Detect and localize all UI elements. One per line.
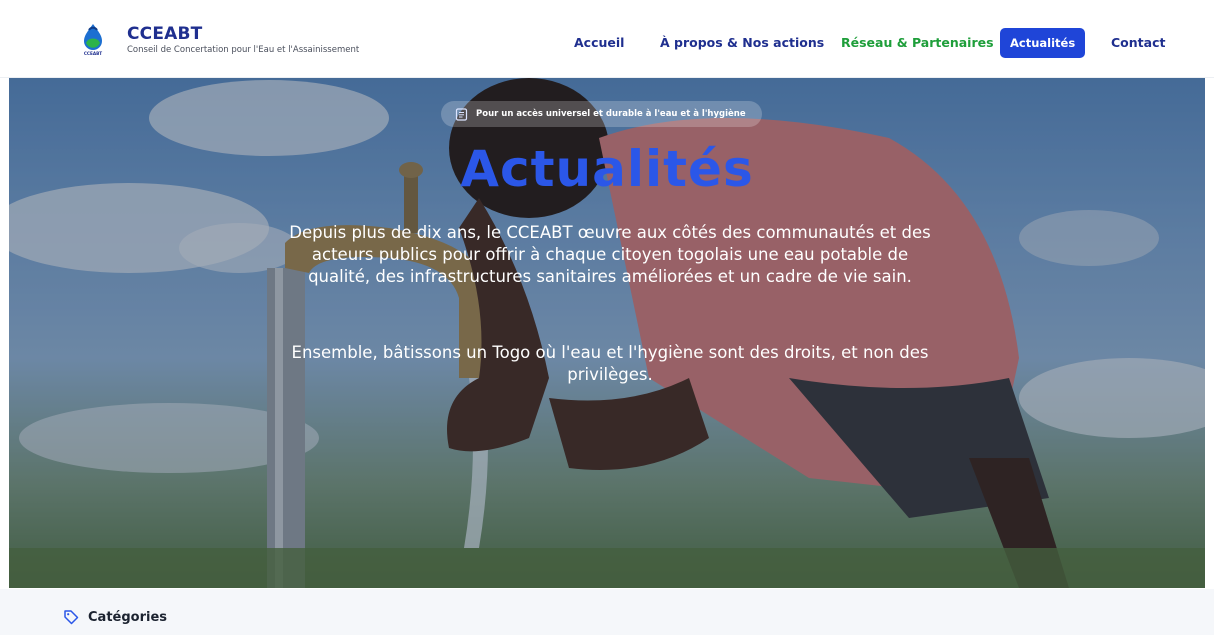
nav-reseau-partenaires[interactable]: Réseau & Partenaires [841, 28, 994, 58]
brand-name: CCEABT [127, 23, 203, 44]
categories-bar: Catégories [0, 589, 1214, 635]
page-title: Actualités [460, 140, 754, 198]
hero-paragraph-intro: Depuis plus de dix ans, le CCEABT œuvre … [289, 223, 931, 286]
document-icon [455, 107, 468, 121]
site-header: CCEABT CCEABT Conseil de Concertation po… [0, 0, 1214, 78]
categories-label: Catégories [88, 609, 168, 625]
svg-text:CCEABT: CCEABT [84, 51, 102, 56]
water-drop-logo-icon: CCEABT [76, 21, 110, 57]
tag-icon [64, 610, 79, 625]
nav-accueil[interactable]: Accueil [574, 28, 624, 58]
categories-heading: Catégories [63, 609, 167, 625]
nav-actualites[interactable]: Actualités [1000, 28, 1086, 58]
tagline-text: Pour un accès universel et durable à l'e… [476, 109, 746, 119]
hero-paragraph-slogan: Ensemble, bâtissons un Togo où l'eau et … [291, 343, 929, 384]
nav-a-propos[interactable]: À propos & Nos actions [660, 28, 824, 58]
tagline-badge: Pour un accès universel et durable à l'e… [441, 101, 762, 127]
brand-subtitle: Conseil de Concertation pour l'Eau et l'… [127, 44, 360, 55]
brand[interactable]: CCEABT CCEABT Conseil de Concertation po… [76, 21, 359, 57]
nav-contact[interactable]: Contact [1111, 28, 1165, 58]
